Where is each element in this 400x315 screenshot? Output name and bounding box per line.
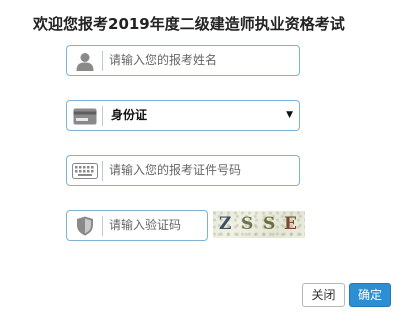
chevron-down-icon: ▼ (286, 110, 293, 120)
captcha-placeholder: 请输入验证码 (109, 218, 182, 232)
confirm-button[interactable]: 确定 (349, 283, 391, 307)
name-input[interactable]: 请输入您的报考姓名 (66, 45, 300, 76)
captcha-char: S (263, 214, 276, 234)
id-type-select[interactable]: 身份证 ▼ (66, 100, 300, 131)
captcha-char: S (241, 214, 254, 234)
captcha-input[interactable]: 请输入验证码 (66, 210, 208, 241)
field-divider (102, 51, 103, 71)
card-icon (72, 106, 98, 126)
field-divider (102, 106, 103, 126)
keyboard-icon (72, 161, 98, 181)
field-divider (102, 216, 103, 236)
page-title: 欢迎您报考2019年度二级建造师执业资格考试 (33, 15, 345, 33)
captcha-char: E (284, 214, 297, 234)
name-placeholder: 请输入您的报考姓名 (109, 53, 218, 67)
field-divider (102, 161, 103, 181)
captcha-char: Z (219, 214, 232, 234)
captcha-image[interactable]: Z S S E (213, 211, 305, 238)
id-number-input[interactable]: 请输入您的报考证件号码 (66, 155, 300, 186)
close-button[interactable]: 关闭 (302, 283, 345, 307)
user-icon (72, 51, 98, 71)
shield-icon (72, 216, 98, 236)
id-number-placeholder: 请输入您的报考证件号码 (109, 163, 242, 177)
id-type-value: 身份证 (111, 108, 148, 122)
